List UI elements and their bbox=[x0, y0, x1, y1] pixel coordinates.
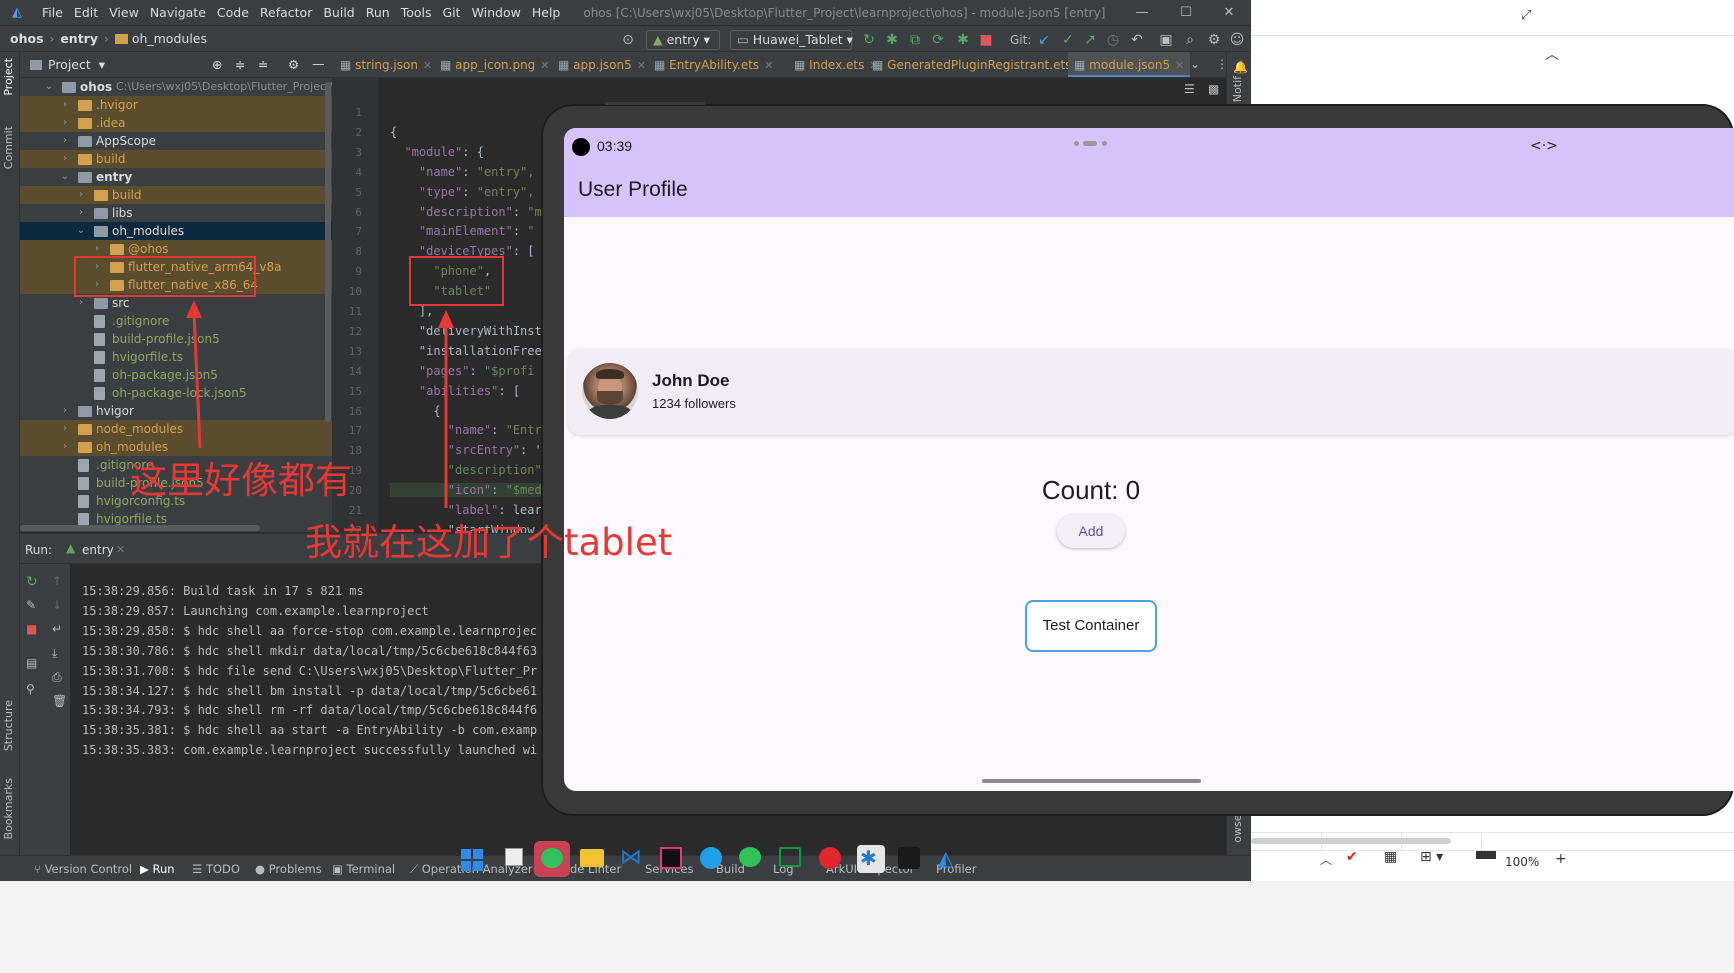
annotation-note-tablet: 我就在这加了个tablet bbox=[305, 521, 673, 564]
arrow-to-native-modules bbox=[192, 311, 202, 449]
arrowhead bbox=[186, 300, 202, 318]
arrowhead bbox=[438, 310, 454, 328]
annotation-note-modules: 这里好像都有 bbox=[130, 459, 352, 502]
